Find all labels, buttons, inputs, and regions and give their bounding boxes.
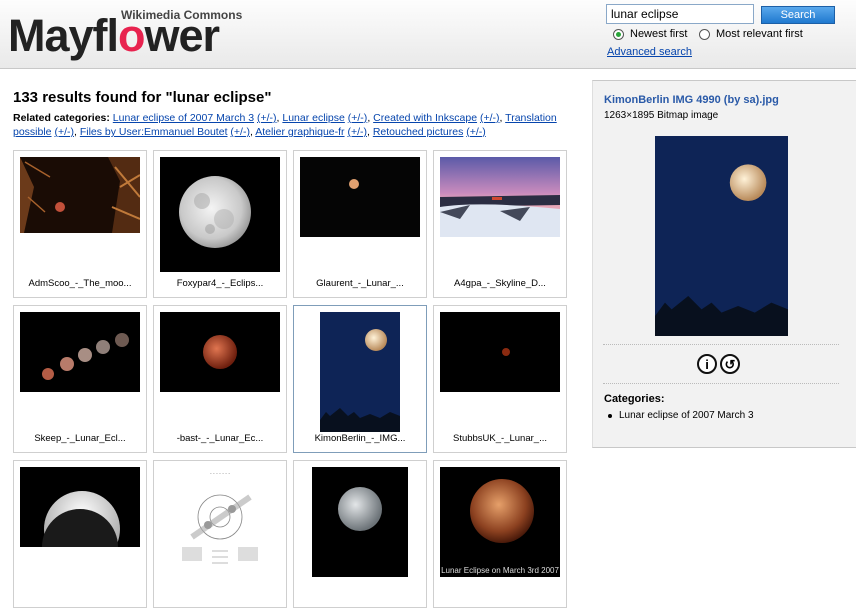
radio-newest-first[interactable]: Newest first (613, 28, 687, 40)
radio-newest-label: Newest first (630, 28, 688, 40)
category-link[interactable]: Files by User:Emmanuel Boutet (80, 126, 228, 138)
result-caption[interactable]: -bast-_-_Lunar_Ec... (154, 433, 286, 444)
search-input[interactable] (606, 4, 754, 24)
result-tile[interactable]: - - - - - - - (153, 460, 287, 608)
result-tile[interactable]: Skeep_-_Lunar_Ecl... (13, 305, 147, 453)
search-button[interactable]: Search (761, 6, 835, 24)
radio-relevant-label: Most relevant first (716, 28, 803, 40)
category-toggle-link[interactable]: (+/-) (257, 112, 277, 124)
result-thumbnail[interactable] (312, 467, 408, 577)
radio-newest-indicator[interactable] (613, 28, 624, 40)
svg-text:- - - - - - -: - - - - - - - (210, 471, 230, 477)
result-thumbnail[interactable] (440, 312, 560, 392)
header-bar: Mayflower Wikimedia Commons Search Newes… (0, 0, 856, 69)
radio-most-relevant[interactable]: Most relevant first (699, 28, 803, 40)
result-tile[interactable]: AdmScoo_-_The_moo... (13, 150, 147, 298)
result-thumbnail[interactable]: Lunar Eclipse on March 3rd 2007 (440, 467, 560, 577)
category-link[interactable]: Atelier graphique-fr (255, 126, 344, 138)
share-alike-icon: ↺ (720, 354, 740, 374)
category-toggle-link[interactable]: (+/-) (230, 126, 250, 138)
result-thumbnail[interactable] (20, 467, 140, 547)
detail-divider (603, 383, 839, 384)
detail-category-item[interactable]: Lunar eclipse of 2007 March 3 (619, 410, 754, 421)
result-tile[interactable]: KimonBerlin_-_IMG... (293, 305, 427, 453)
result-tile[interactable]: Lunar Eclipse on March 3rd 2007 (433, 460, 567, 608)
related-categories: Related categories: Lunar eclipse of 200… (13, 111, 583, 139)
detail-preview-image[interactable] (655, 136, 788, 336)
mayflower-logo[interactable]: Mayflower Wikimedia Commons (8, 4, 242, 60)
result-tile[interactable] (13, 460, 147, 608)
detail-dimensions: 1263×1895 Bitmap image (604, 110, 719, 121)
result-tile[interactable]: Foxypar4_-_Eclips... (153, 150, 287, 298)
category-link[interactable]: Lunar eclipse of 2007 March 3 (113, 112, 254, 124)
result-thumbnail[interactable] (300, 157, 420, 237)
category-toggle-link[interactable]: (+/-) (466, 126, 486, 138)
result-caption[interactable]: StubbsUK_-_Lunar_... (434, 433, 566, 444)
result-thumbnail[interactable] (440, 157, 560, 237)
categories-heading: Categories: (604, 393, 665, 405)
result-caption[interactable]: AdmScoo_-_The_moo... (14, 278, 146, 289)
result-thumbnail[interactable]: - - - - - - - (172, 467, 268, 577)
result-caption[interactable]: Glaurent_-_Lunar_... (294, 278, 426, 289)
radio-relevant-indicator[interactable] (699, 28, 710, 40)
result-caption[interactable]: KimonBerlin_-_IMG... (294, 433, 426, 444)
result-tile[interactable]: Glaurent_-_Lunar_... (293, 150, 427, 298)
logo-subtitle: Wikimedia Commons (121, 8, 243, 22)
result-tile[interactable]: -bast-_-_Lunar_Ec... (153, 305, 287, 453)
thumbnail-overlay-text: Lunar Eclipse on March 3rd 2007 (441, 566, 559, 575)
category-link[interactable]: Retouched pictures (373, 126, 463, 138)
detail-file-title[interactable]: KimonBerlin IMG 4990 (by sa).jpg (604, 94, 779, 106)
license-icons: i ↺ (697, 354, 740, 374)
result-thumbnail[interactable] (20, 312, 140, 392)
category-toggle-link[interactable]: (+/-) (348, 112, 368, 124)
result-caption[interactable]: A4gpa_-_Skyline_D... (434, 278, 566, 289)
category-toggle-link[interactable]: (+/-) (54, 126, 74, 138)
attribution-icon: i (697, 354, 717, 374)
result-thumbnail[interactable] (20, 157, 140, 233)
result-tile[interactable]: StubbsUK_-_Lunar_... (433, 305, 567, 453)
category-toggle-link[interactable]: (+/-) (480, 112, 500, 124)
detail-divider (603, 344, 839, 345)
results-title: 133 results found for "lunar eclipse" (13, 89, 272, 106)
bullet-icon (608, 414, 612, 418)
result-thumbnail[interactable] (320, 312, 400, 432)
category-link[interactable]: Created with Inkscape (373, 112, 477, 124)
advanced-search-link[interactable]: Advanced search (607, 46, 692, 58)
detail-panel: KimonBerlin IMG 4990 (by sa).jpg 1263×18… (592, 80, 856, 448)
result-thumbnail[interactable] (160, 157, 280, 272)
result-caption[interactable]: Foxypar4_-_Eclips... (154, 278, 286, 289)
category-toggle-link[interactable]: (+/-) (347, 126, 367, 138)
related-label: Related categories: (13, 112, 110, 124)
category-link[interactable]: Lunar eclipse (282, 112, 344, 124)
result-tile[interactable]: A4gpa_-_Skyline_D... (433, 150, 567, 298)
result-thumbnail[interactable] (160, 312, 280, 392)
result-tile[interactable] (293, 460, 427, 608)
result-caption[interactable]: Skeep_-_Lunar_Ecl... (14, 433, 146, 444)
